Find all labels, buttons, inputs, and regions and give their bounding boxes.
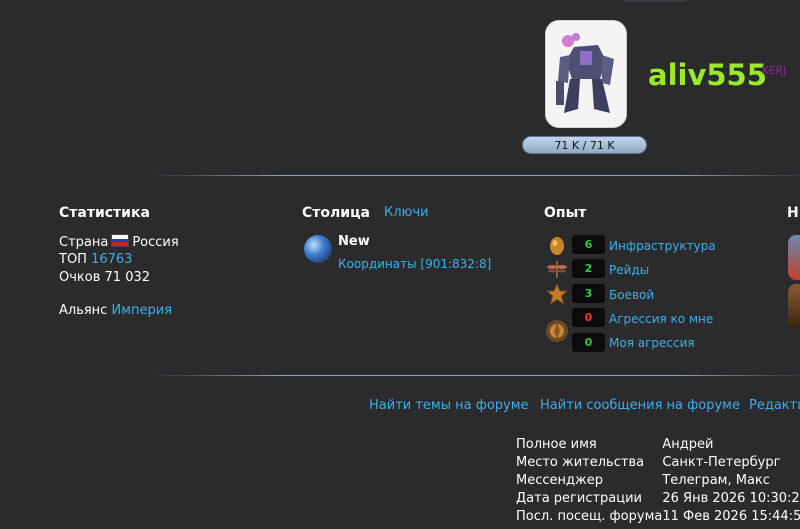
coordinates-link[interactable]: Координаты [901:832:8] bbox=[338, 257, 491, 271]
top-label: ТОП bbox=[59, 252, 87, 267]
detail-value: 26 Янв 2026 10:30:23 bbox=[662, 490, 800, 506]
star-icon bbox=[545, 282, 569, 306]
detail-row: Мессенджер Телеграм, Макс bbox=[516, 471, 800, 489]
exp-link-infrastructure[interactable]: Инфраструктура bbox=[609, 239, 716, 253]
detail-row: Дата регистрации 26 Янв 2026 10:30:23 bbox=[516, 489, 800, 507]
exp-value-my-aggression-text: 0 bbox=[584, 336, 593, 349]
capital-title: Столица bbox=[302, 205, 370, 221]
exp-link-raids[interactable]: Рейды bbox=[609, 263, 649, 277]
divider-bottom bbox=[150, 375, 800, 376]
planet-name: New bbox=[338, 234, 370, 249]
divider-top bbox=[150, 175, 800, 176]
detail-label: Посл. посещ. форума bbox=[516, 508, 663, 524]
detail-label: Мессенджер bbox=[516, 472, 603, 488]
exp-value-aggression-to-me-text: 0 bbox=[584, 311, 593, 324]
avatar[interactable] bbox=[545, 20, 627, 128]
crest-icon bbox=[544, 318, 570, 344]
exp-link-my-aggression[interactable]: Моя агрессия bbox=[609, 336, 695, 350]
exp-value-aggression-to-me: 0 bbox=[572, 308, 605, 327]
alliance-row: Альянс Империя bbox=[59, 303, 172, 318]
russia-flag-icon bbox=[111, 234, 130, 247]
exp-value-infrastructure-text: 6 bbox=[584, 238, 593, 251]
detail-label: Полное имя bbox=[516, 436, 597, 452]
exp-link-aggression-to-me[interactable]: Агрессия ко мне bbox=[609, 312, 713, 326]
edit-link[interactable]: Редакти bbox=[749, 398, 800, 413]
exp-link-combat[interactable]: Боевой bbox=[609, 288, 654, 302]
achievement-card-1[interactable] bbox=[788, 235, 800, 280]
forum-topics-link[interactable]: Найти темы на форуме bbox=[369, 398, 529, 413]
exp-value-infrastructure: 6 bbox=[572, 235, 605, 254]
alliance-link[interactable]: Империя bbox=[111, 303, 172, 318]
username: aliv555 bbox=[648, 58, 767, 92]
forum-posts-link[interactable]: Найти сообщения на форуме bbox=[540, 398, 740, 413]
detail-value: 11 Фев 2026 15:44:52 bbox=[662, 508, 800, 524]
detail-value: Телеграм, Макс bbox=[662, 472, 770, 488]
top-row: ТОП 16763 bbox=[59, 252, 132, 267]
points-row: Очков 71 032 bbox=[59, 270, 150, 285]
exp-value-raids-text: 2 bbox=[584, 262, 593, 275]
exp-value-raids: 2 bbox=[572, 259, 605, 278]
header-arc bbox=[620, 0, 690, 2]
stats-title: Статистика bbox=[59, 205, 150, 221]
profile-details: Полное имя Андрей Место жительства Санкт… bbox=[516, 435, 800, 525]
egg-icon bbox=[546, 234, 568, 256]
country-row: Страна Россия bbox=[59, 234, 179, 250]
points-value: 71 032 bbox=[104, 270, 151, 285]
detail-value: Санкт-Петербург bbox=[662, 454, 781, 470]
points-label: Очков bbox=[59, 270, 101, 285]
country-label: Страна bbox=[59, 235, 109, 250]
warrior-avatar-image bbox=[546, 21, 626, 127]
detail-row: Посл. посещ. форума 11 Фев 2026 15:44:52 bbox=[516, 507, 800, 525]
detail-row: Полное имя Андрей bbox=[516, 435, 800, 453]
exp-value-combat: 3 bbox=[572, 284, 605, 303]
planet-icon[interactable] bbox=[304, 235, 332, 263]
exp-value-combat-text: 3 bbox=[584, 287, 593, 300]
alliance-label: Альянс bbox=[59, 303, 108, 318]
detail-label: Место жительства bbox=[516, 454, 645, 470]
experience-title: Опыт bbox=[544, 205, 587, 221]
exp-value-my-aggression: 0 bbox=[572, 333, 605, 352]
detail-label: Дата регистрации bbox=[516, 490, 643, 506]
health-bar: 71 K / 71 K bbox=[522, 136, 647, 154]
detail-value: Андрей bbox=[662, 436, 714, 452]
dragonfly-icon bbox=[546, 258, 568, 280]
alliance-tag[interactable]: XERJ bbox=[761, 64, 786, 77]
country-value: Россия bbox=[132, 235, 179, 250]
achievement-card-2[interactable] bbox=[788, 284, 800, 329]
detail-row: Место жительства Санкт-Петербург bbox=[516, 453, 800, 471]
top-rank-link[interactable]: 16763 bbox=[91, 252, 132, 267]
keys-link[interactable]: Ключи bbox=[384, 205, 429, 220]
partial-heading: Н bbox=[787, 205, 799, 221]
